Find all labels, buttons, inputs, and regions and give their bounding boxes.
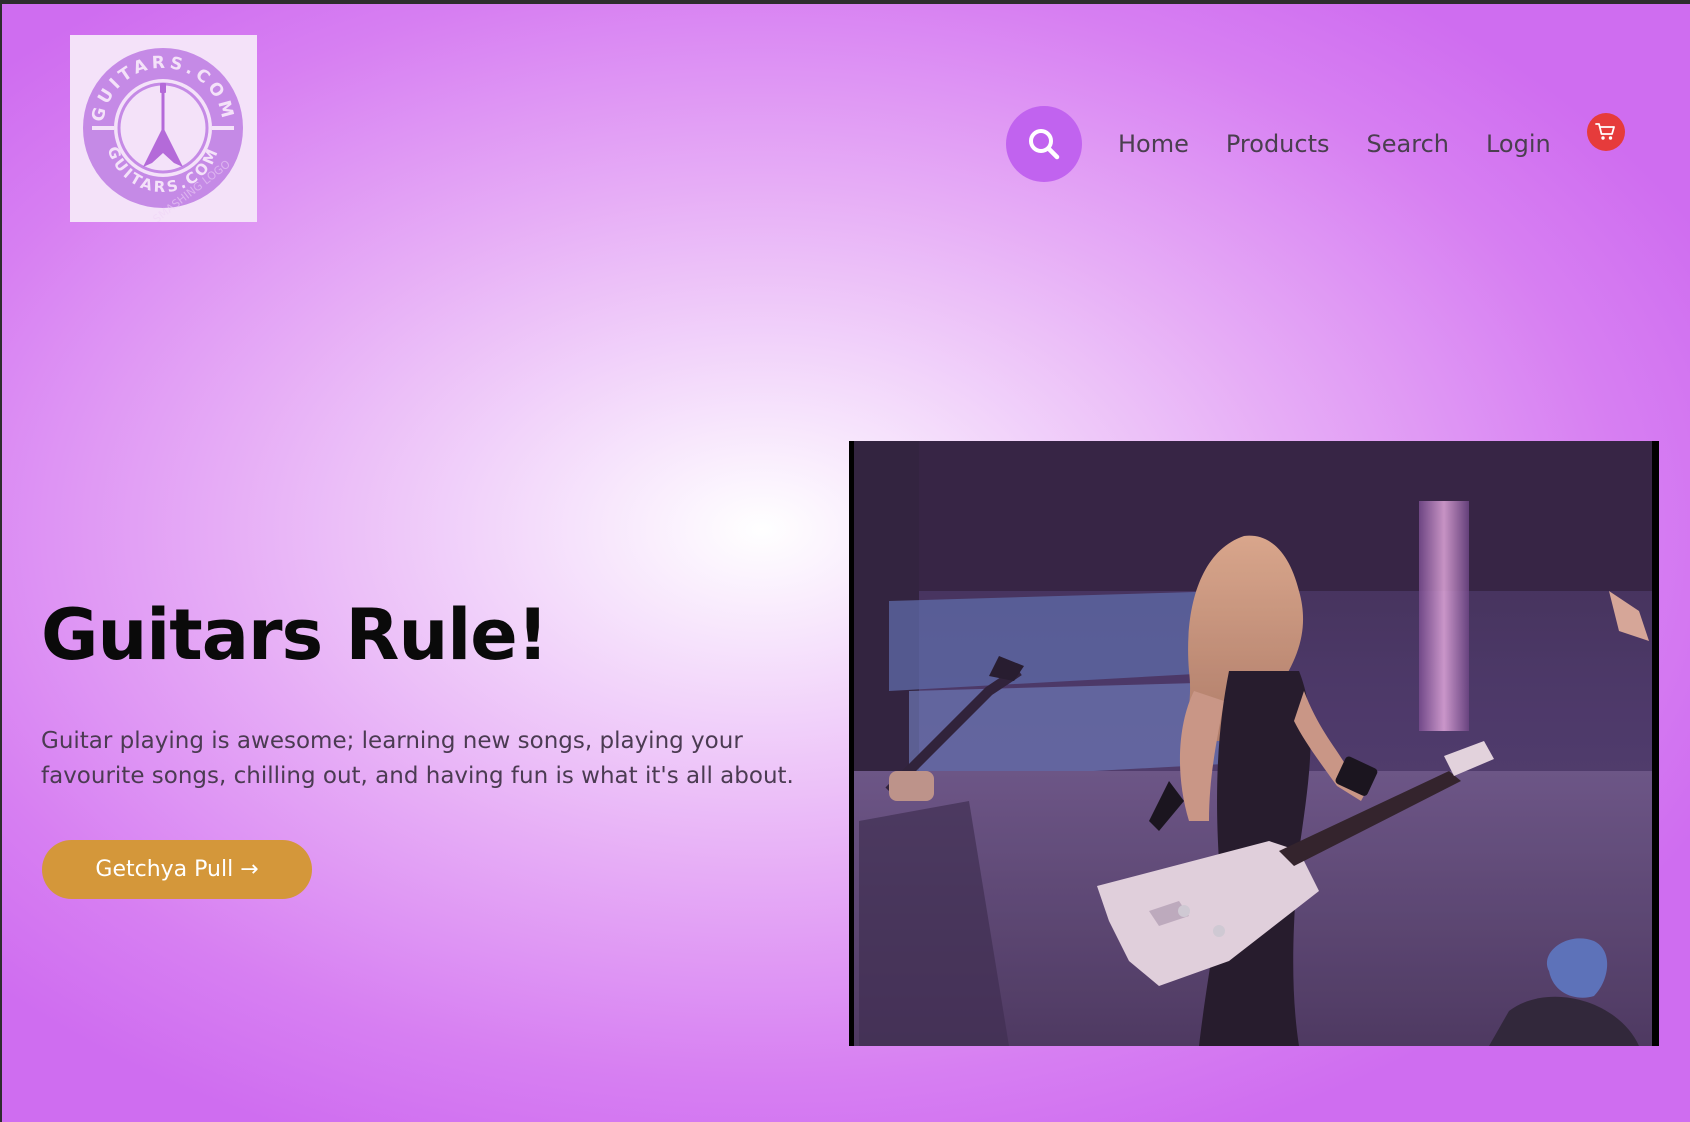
cart-button[interactable] (1587, 113, 1625, 151)
getchya-pull-button[interactable]: Getchya Pull → (42, 840, 312, 899)
concert-image (849, 441, 1659, 1046)
search-button[interactable] (1006, 106, 1082, 182)
hero-title: Guitars Rule! (41, 594, 549, 676)
nav-link-search[interactable]: Search (1367, 130, 1449, 158)
nav-link-login[interactable]: Login (1486, 130, 1551, 158)
nav-link-home[interactable]: Home (1118, 130, 1189, 158)
site-logo[interactable]: GUITARS.COM GUITARS.COM SMASHING LOGO (70, 35, 257, 222)
page: GUITARS.COM GUITARS.COM SMASHING LOGO Ho… (2, 4, 1690, 1122)
guitars-com-logo-icon: GUITARS.COM GUITARS.COM SMASHING LOGO (83, 48, 243, 222)
cta-label: Getchya Pull → (95, 857, 259, 882)
nav-link-products[interactable]: Products (1226, 130, 1330, 158)
cart-icon (1595, 123, 1615, 140)
concert-video[interactable] (849, 441, 1659, 1046)
main-navigation: Home Products Search Login (1006, 106, 1588, 182)
search-icon (1029, 129, 1060, 160)
nav-links: Home Products Search Login (1118, 130, 1588, 158)
hero-description: Guitar playing is awesome; learning new … (41, 728, 794, 789)
